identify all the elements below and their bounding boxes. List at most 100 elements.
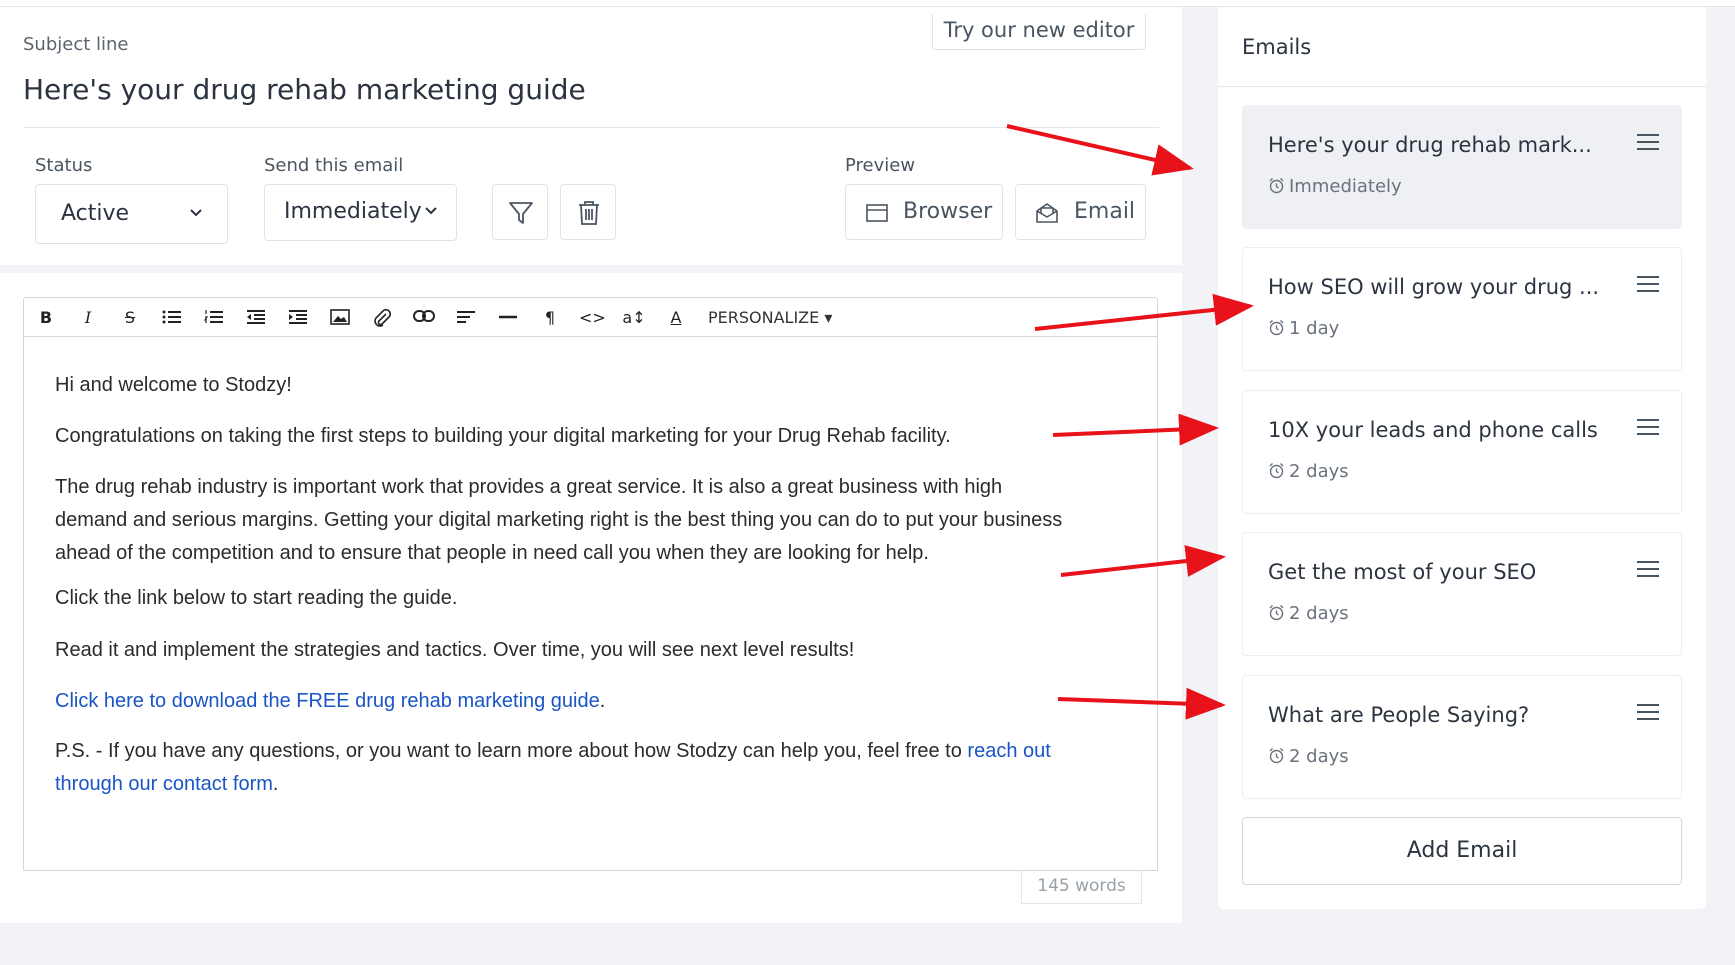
horizontal-rule-icon	[499, 315, 517, 319]
email-card[interactable]: How SEO will grow your drug ... 1 day	[1242, 247, 1682, 371]
preview-browser-label: Browser	[903, 199, 993, 224]
personalize-dropdown[interactable]: PERSONALIZE ▾	[708, 308, 832, 327]
font-color-button[interactable]: A	[663, 306, 689, 330]
contact-form-link[interactable]: through our contact form	[55, 773, 273, 795]
top-border	[0, 0, 1735, 7]
preview-browser-button[interactable]: Browser	[845, 184, 1003, 240]
email-card[interactable]: What are People Saying? 2 days	[1242, 675, 1682, 799]
email-card-title: Here's your drug rehab mark...	[1268, 133, 1592, 157]
emails-sidebar: Emails Here's your drug rehab mark... Im…	[1218, 7, 1706, 909]
email-card-title: Get the most of your SEO	[1268, 560, 1537, 584]
horizontal-rule-button[interactable]	[495, 306, 521, 330]
outdent-button[interactable]	[243, 306, 269, 330]
send-timing-value: Immediately	[284, 199, 422, 224]
body-text: .	[599, 690, 606, 712]
try-new-editor-button[interactable]: Try our new editor	[932, 14, 1146, 50]
trash-icon	[579, 201, 599, 225]
status-label: Status	[35, 155, 93, 176]
divider	[23, 127, 1159, 128]
email-body-editor[interactable]: Hi and welcome to Stodzy! Congratulation…	[23, 337, 1158, 871]
chevron-down-icon	[423, 199, 439, 223]
align-button[interactable]	[453, 306, 479, 330]
body-line: The drug rehab industry is important wor…	[55, 476, 1003, 498]
alarm-clock-icon	[1269, 178, 1284, 194]
email-card-timing: 2 days	[1268, 746, 1349, 767]
insert-image-button[interactable]	[327, 306, 353, 330]
font-size-button[interactable]: a↕	[621, 306, 647, 330]
body-paragraph: Click the link below to start reading th…	[55, 587, 458, 609]
email-card-title: How SEO will grow your drug ...	[1268, 275, 1600, 299]
status-value: Active	[61, 201, 130, 226]
personalize-label: PERSONALIZE	[708, 308, 820, 327]
link-icon	[413, 310, 435, 322]
add-email-button[interactable]: Add Email	[1242, 817, 1682, 885]
body-line: demand and serious margins. Getting your…	[55, 509, 1063, 531]
body-paragraph: Hi and welcome to Stodzy!	[55, 374, 292, 396]
strikethrough-button[interactable]: S	[117, 306, 143, 330]
code-view-button[interactable]: <>	[579, 306, 606, 330]
email-card[interactable]: Here's your drug rehab mark... Immediate…	[1242, 105, 1682, 229]
delete-button[interactable]	[560, 184, 616, 240]
email-card[interactable]: 10X your leads and phone calls 2 days	[1242, 390, 1682, 514]
image-icon	[330, 309, 350, 325]
status-select[interactable]: Active	[35, 184, 228, 244]
browser-icon	[866, 204, 888, 222]
email-card[interactable]: Get the most of your SEO 2 days	[1242, 532, 1682, 656]
envelope-open-icon	[1036, 203, 1058, 223]
align-left-icon	[457, 311, 475, 323]
bullet-list-button[interactable]	[159, 306, 185, 330]
download-guide-link[interactable]: Click here to download the FREE drug reh…	[55, 690, 600, 712]
send-this-email-label: Send this email	[264, 155, 404, 176]
paragraph-button[interactable]: ¶	[537, 306, 563, 330]
indent-button[interactable]	[285, 306, 311, 330]
preview-email-button[interactable]: Email	[1015, 184, 1146, 240]
insert-link-button[interactable]	[411, 306, 437, 330]
hamburger-menu-icon[interactable]	[1637, 134, 1659, 152]
word-count: 145 words	[1021, 870, 1142, 904]
alarm-clock-icon	[1269, 463, 1284, 479]
numbered-list-icon	[204, 310, 223, 323]
subject-line-label: Subject line	[23, 34, 129, 55]
numbered-list-button[interactable]	[201, 306, 227, 330]
email-editor-panel: Subject line Here's your drug rehab mark…	[0, 7, 1182, 923]
filter-button[interactable]	[492, 184, 548, 240]
editor-toolbar: B I S ¶ <> a↕ A PERSONALIZE ▾	[23, 297, 1158, 337]
chevron-down-icon	[188, 201, 204, 225]
email-card-title: What are People Saying?	[1268, 703, 1530, 727]
section-separator	[0, 265, 1182, 273]
paperclip-icon	[374, 309, 391, 327]
body-line: ahead of the competition and to ensure t…	[55, 542, 929, 564]
email-card-timing: Immediately	[1268, 176, 1402, 197]
filter-icon	[509, 202, 533, 224]
hamburger-menu-icon[interactable]	[1637, 704, 1659, 722]
hamburger-menu-icon[interactable]	[1637, 276, 1659, 294]
alarm-clock-icon	[1269, 320, 1284, 336]
bold-button[interactable]: B	[33, 306, 59, 330]
preview-email-label: Email	[1074, 199, 1136, 224]
email-card-title: 10X your leads and phone calls	[1268, 418, 1598, 442]
body-paragraph: Click here to download the FREE drug reh…	[55, 685, 605, 718]
email-card-timing: 1 day	[1268, 318, 1339, 339]
indent-icon	[289, 310, 307, 324]
bullet-list-icon	[162, 310, 181, 324]
alarm-clock-icon	[1269, 605, 1284, 621]
body-text: .	[272, 773, 279, 795]
hamburger-menu-icon[interactable]	[1637, 561, 1659, 579]
body-paragraph: Congratulations on taking the first step…	[55, 425, 951, 447]
hamburger-menu-icon[interactable]	[1637, 419, 1659, 437]
emails-sidebar-title: Emails	[1242, 35, 1312, 59]
send-timing-select[interactable]: Immediately	[264, 184, 457, 241]
preview-label: Preview	[845, 155, 916, 176]
italic-button[interactable]: I	[75, 306, 101, 330]
divider	[1218, 86, 1706, 87]
email-card-timing: 2 days	[1268, 461, 1349, 482]
outdent-icon	[247, 310, 265, 324]
alarm-clock-icon	[1269, 748, 1284, 764]
body-paragraph: Read it and implement the strategies and…	[55, 639, 855, 661]
reach-out-link[interactable]: reach out	[967, 740, 1050, 762]
subject-line-title[interactable]: Here's your drug rehab marketing guide	[23, 73, 586, 106]
caret-down-icon: ▾	[824, 308, 833, 327]
email-card-timing: 2 days	[1268, 603, 1349, 624]
attach-button[interactable]	[369, 306, 395, 330]
body-text: P.S. - If you have any questions, or you…	[55, 740, 968, 762]
